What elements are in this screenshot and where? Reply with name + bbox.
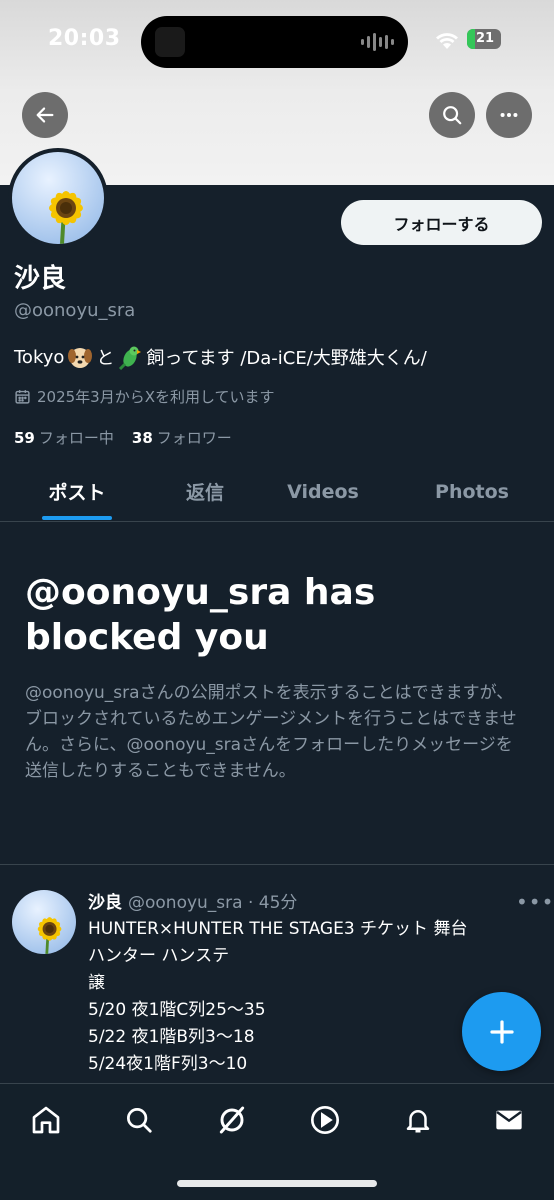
nav-home[interactable]	[26, 1100, 66, 1140]
notifications-bell-icon	[406, 1110, 430, 1133]
wifi-icon	[436, 33, 458, 49]
follow-button[interactable]: フォローする	[341, 200, 542, 245]
tab-photos[interactable]: Photos	[390, 462, 554, 521]
camera-icon	[155, 27, 185, 57]
blocked-title-line1: @oonoyu_sra has	[25, 572, 376, 613]
tweet-more-icon[interactable]: •••	[516, 890, 554, 914]
active-tab-indicator	[42, 516, 112, 520]
play-video-icon	[311, 1106, 339, 1134]
home-icon	[32, 1106, 60, 1134]
audio-waveform-icon	[361, 33, 394, 51]
bio-text-suffix: 飼ってます /Da-iCE/大野雄大くん/	[146, 348, 427, 369]
dog-face-emoji	[68, 348, 93, 368]
home-indicator	[177, 1180, 377, 1187]
nav-grok[interactable]	[212, 1100, 252, 1140]
bio-text-mid: と	[96, 348, 115, 369]
following-label: フォロー中	[38, 429, 114, 447]
parrot-emoji	[119, 346, 142, 370]
join-date: 2025年3月からXを利用しています	[14, 386, 275, 407]
tab-videos[interactable]: Videos	[256, 462, 390, 521]
profile-avatar[interactable]	[8, 148, 108, 248]
nav-notifications[interactable]	[398, 1100, 438, 1140]
tweet-line: ハンター ハンステ	[88, 946, 230, 966]
following-link[interactable]: 59 フォロー中	[14, 427, 114, 448]
tweet-handle-time: @oonoyu_sra · 45分	[128, 893, 298, 913]
join-date-text: 2025年3月からXを利用しています	[37, 388, 275, 406]
arrow-left-icon	[36, 107, 54, 123]
bio-text-prefix: Tokyo	[14, 346, 65, 368]
more-horizontal-icon	[500, 112, 518, 118]
tweet-avatar[interactable]	[12, 890, 76, 954]
search-button[interactable]	[429, 92, 475, 138]
status-time: 20:03	[48, 26, 121, 51]
back-button[interactable]	[22, 92, 68, 138]
nav-messages[interactable]	[489, 1100, 529, 1140]
followers-link[interactable]: 38 フォロワー	[132, 427, 232, 448]
followers-label: フォロワー	[156, 429, 232, 447]
calendar-icon	[15, 390, 30, 404]
blocked-description: @oonoyu_sraさんの公開ポストを表示することはできますが、ブロックされて…	[25, 683, 517, 781]
profile-bio: Tokyo と 飼ってます /Da-iCE/大野雄大くん/	[14, 344, 427, 370]
tweet-line: 譲	[88, 973, 105, 993]
profile-handle: @oonoyu_sra	[14, 300, 136, 321]
messages-envelope-icon	[496, 1110, 522, 1130]
profile-tabs: ポスト 返信 Videos Photos	[0, 462, 554, 522]
following-count: 59	[14, 429, 35, 447]
tweet-header: 沙良 @oonoyu_sra · 45分	[88, 888, 297, 913]
dynamic-island	[141, 16, 408, 68]
plus-icon	[489, 1019, 514, 1044]
search-icon	[443, 106, 462, 125]
sunflower-avatar-image	[12, 152, 104, 244]
status-bar: 20:03 21	[0, 0, 554, 85]
more-options-button[interactable]	[486, 92, 532, 138]
compose-post-button[interactable]	[462, 992, 541, 1071]
nav-videos[interactable]	[305, 1100, 345, 1140]
blocked-title: @oonoyu_sra has blocked you	[25, 570, 525, 660]
battery-level: 21	[476, 31, 495, 46]
tab-posts[interactable]: ポスト	[0, 462, 154, 521]
followers-count: 38	[131, 429, 153, 447]
blocked-title-line2: blocked you	[25, 617, 269, 658]
tab-replies[interactable]: 返信	[154, 462, 256, 521]
nav-search[interactable]	[119, 1100, 159, 1140]
sunflower-avatar-image	[12, 890, 76, 954]
battery-indicator: 21	[467, 29, 501, 49]
search-icon	[127, 1108, 152, 1133]
grok-icon	[219, 1106, 245, 1134]
display-name: 沙良	[14, 264, 67, 294]
tweet-author-name[interactable]: 沙良	[88, 888, 122, 913]
follow-counts: 59 フォロー中 38 フォロワー	[14, 427, 232, 448]
divider	[0, 864, 554, 865]
tweet-line: HUNTER×HUNTER THE STAGE3 チケット 舞台	[88, 919, 468, 939]
